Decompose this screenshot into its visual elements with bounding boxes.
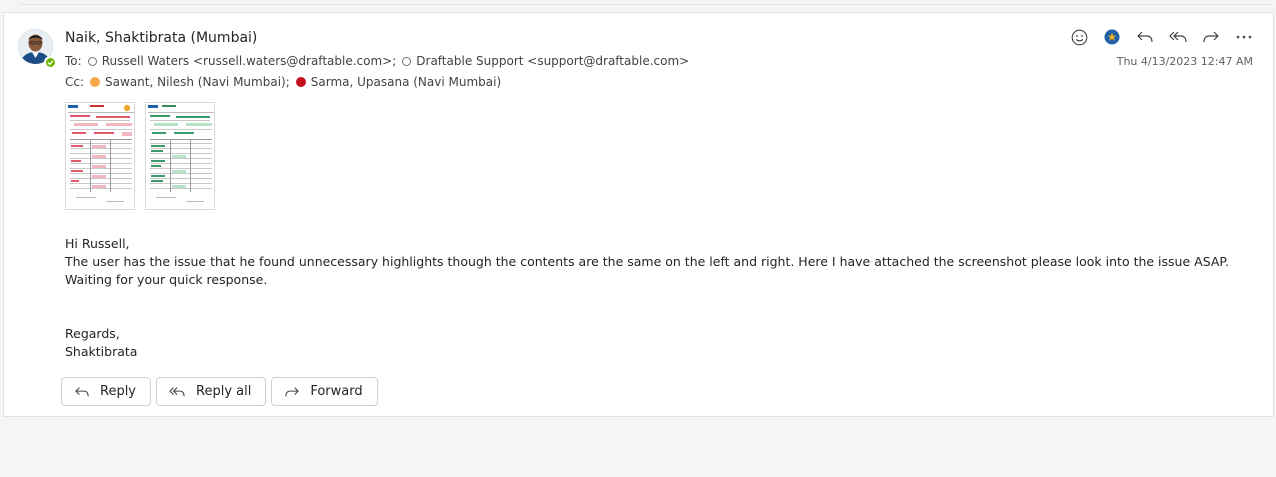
- presence-unknown-icon: [402, 56, 412, 66]
- copilot-icon[interactable]: [1101, 26, 1123, 48]
- reply-all-button[interactable]: Reply all: [156, 377, 267, 406]
- forward-button[interactable]: Forward: [271, 377, 378, 406]
- reply-icon[interactable]: [1134, 26, 1156, 48]
- cc-recipient[interactable]: Sawant, Nilesh (Navi Mumbai);: [105, 75, 290, 89]
- reply-all-icon: [169, 386, 185, 396]
- message-body: Hi Russell, The user has the issue that …: [65, 235, 1250, 361]
- message-card: Naik, Shaktibrata (Mumbai) To: Russell W…: [3, 12, 1274, 417]
- closing: Regards,: [65, 326, 120, 341]
- forward-icon: [285, 386, 300, 396]
- more-icon[interactable]: [1233, 26, 1255, 48]
- to-line: To: Russell Waters <russell.waters@draft…: [65, 54, 689, 68]
- presence-away-icon: [90, 77, 101, 87]
- attachment-thumbnail[interactable]: [145, 102, 215, 210]
- cc-line: Cc: Sawant, Nilesh (Navi Mumbai); Sarma,…: [65, 75, 501, 89]
- presence-unknown-icon: [87, 56, 97, 66]
- body-paragraph: The user has the issue that he found unn…: [65, 254, 1229, 287]
- cc-recipient[interactable]: Sarma, Upasana (Navi Mumbai): [311, 75, 501, 89]
- greeting: Hi Russell,: [65, 236, 130, 251]
- reply-all-icon[interactable]: [1167, 26, 1189, 48]
- message-toolbar: [1068, 26, 1255, 48]
- attachment-thumbnail[interactable]: [65, 102, 135, 210]
- attachment-previews: [65, 102, 215, 210]
- reply-all-button-label: Reply all: [196, 384, 252, 399]
- reply-button-label: Reply: [100, 384, 137, 399]
- reply-icon: [75, 386, 89, 396]
- forward-icon[interactable]: [1200, 26, 1222, 48]
- cc-label: Cc:: [65, 75, 85, 89]
- emoji-icon[interactable]: [1068, 26, 1090, 48]
- reading-pane-background: [0, 418, 1276, 477]
- to-label: To:: [65, 54, 82, 68]
- forward-button-label: Forward: [310, 384, 363, 399]
- sender-name[interactable]: Naik, Shaktibrata (Mumbai): [65, 30, 257, 46]
- to-recipient[interactable]: Draftable Support <support@draftable.com…: [416, 54, 689, 68]
- signature: Shaktibrata: [65, 344, 138, 359]
- presence-available-icon: [44, 56, 57, 69]
- reply-button[interactable]: Reply: [61, 377, 152, 406]
- timestamp: Thu 4/13/2023 12:47 AM: [1116, 55, 1253, 68]
- top-divider: [20, 4, 1272, 5]
- to-recipient[interactable]: Russell Waters <russell.waters@draftable…: [102, 54, 397, 68]
- presence-busy-icon: [295, 77, 306, 87]
- message-actions: Reply Reply all Forward: [61, 377, 378, 406]
